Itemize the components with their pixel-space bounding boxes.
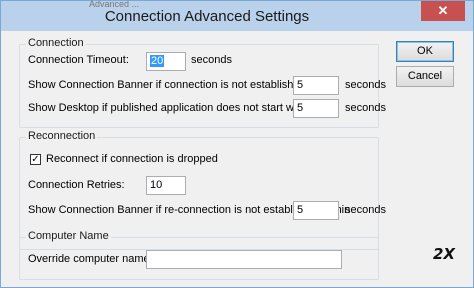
computer-name-group-label: Computer Name (26, 230, 111, 242)
show-desktop-label: Show Desktop if published application do… (28, 102, 315, 114)
connection-banner-unit: seconds (345, 79, 386, 91)
connection-banner-label: Show Connection Banner if connection is … (28, 79, 337, 91)
cancel-button[interactable]: Cancel (396, 66, 454, 87)
connection-group: Connection Connection Timeout: 20 second… (19, 37, 386, 128)
checkmark-icon: ✓ (31, 154, 40, 165)
reconnection-group-label: Reconnection (26, 130, 98, 142)
ok-button[interactable]: OK (396, 41, 454, 62)
reconnect-checkbox[interactable]: ✓ (30, 154, 41, 165)
connection-group-label: Connection (26, 37, 86, 49)
window-title: Connection Advanced Settings (104, 8, 310, 25)
2x-logo: 2X (432, 245, 455, 263)
connection-timeout-unit: seconds (191, 54, 232, 66)
show-desktop-input[interactable]: 5 (293, 99, 339, 118)
connection-banner-input[interactable]: 5 (293, 76, 339, 95)
connection-retries-input[interactable]: 10 (146, 176, 186, 195)
connection-timeout-label: Connection Timeout: (28, 54, 129, 66)
dialog-body: Connection Connection Timeout: 20 second… (7, 31, 467, 283)
override-computer-name-label: Override computer name: (28, 253, 153, 265)
connection-timeout-value: 20 (150, 55, 165, 67)
title-bar[interactable]: Advanced ... Connection Advanced Setting… (1, 0, 473, 31)
show-desktop-unit: seconds (345, 102, 386, 114)
connection-timeout-input[interactable]: 20 (146, 52, 186, 71)
reconnection-banner-input[interactable]: 5 (293, 201, 339, 220)
reconnect-label[interactable]: Reconnect if connection is dropped (46, 153, 218, 165)
dialog-window: Advanced ... Connection Advanced Setting… (0, 0, 474, 288)
reconnection-banner-unit: seconds (345, 204, 386, 216)
override-computer-name-input[interactable] (146, 250, 342, 269)
connection-retries-label: Connection Retries: (28, 179, 125, 191)
close-button[interactable]: ✕ (421, 1, 465, 21)
computer-name-group: Computer Name Override computer name: (19, 230, 379, 280)
